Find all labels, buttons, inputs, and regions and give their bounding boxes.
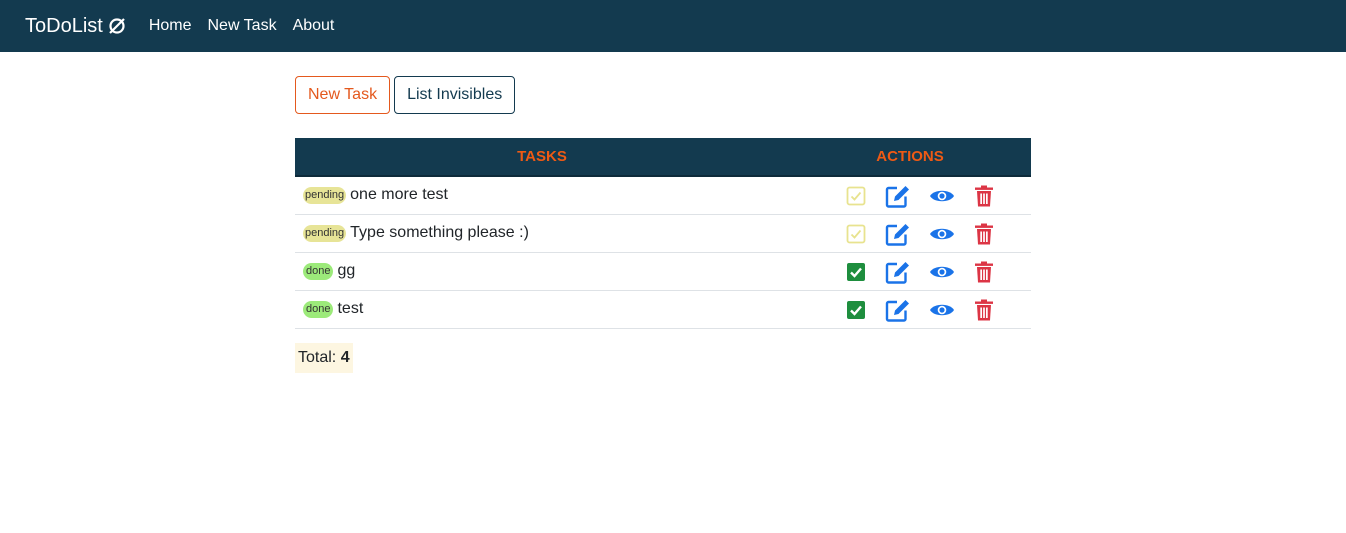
circle-slash-icon bbox=[109, 18, 125, 34]
edit-icon[interactable] bbox=[885, 297, 911, 323]
trash-icon[interactable] bbox=[971, 259, 997, 285]
trash-icon[interactable] bbox=[971, 297, 997, 323]
status-badge: done bbox=[303, 262, 334, 280]
table-row: pending one more test bbox=[295, 176, 1031, 215]
actions-cell bbox=[789, 290, 1031, 329]
main-content: New Task List Invisibles TASKS ACTIONS p… bbox=[295, 76, 1031, 373]
actions-cell bbox=[789, 214, 1031, 253]
toolbar: New Task List Invisibles bbox=[295, 76, 1031, 114]
header-actions: ACTIONS bbox=[789, 138, 1031, 177]
actions-cell bbox=[789, 252, 1031, 291]
task-text: one more test bbox=[350, 186, 448, 204]
task-cell: pending Type something please :) bbox=[295, 214, 789, 253]
nav-home[interactable]: Home bbox=[149, 17, 192, 35]
status-badge: pending bbox=[303, 224, 347, 242]
eye-icon[interactable] bbox=[929, 259, 955, 285]
edit-icon[interactable] bbox=[885, 183, 911, 209]
task-cell: done test bbox=[295, 290, 789, 329]
task-text: Type something please :) bbox=[350, 224, 529, 242]
edit-icon[interactable] bbox=[885, 221, 911, 247]
new-task-button[interactable]: New Task bbox=[295, 76, 391, 114]
trash-icon[interactable] bbox=[971, 221, 997, 247]
brand-text: ToDoList bbox=[25, 14, 103, 37]
edit-icon[interactable] bbox=[885, 259, 911, 285]
eye-icon[interactable] bbox=[929, 297, 955, 323]
table-header-row: TASKS ACTIONS bbox=[295, 138, 1031, 177]
status-badge: done bbox=[303, 300, 334, 318]
unchecked-square-icon[interactable] bbox=[843, 183, 869, 209]
tasks-body: pending one more test pending Type somethin… bbox=[295, 176, 1031, 329]
eye-icon[interactable] bbox=[929, 221, 955, 247]
checked-square-icon[interactable] bbox=[843, 297, 869, 323]
task-cell: pending one more test bbox=[295, 176, 789, 215]
nav-new-task[interactable]: New Task bbox=[208, 17, 277, 35]
table-row: pending Type something please :) bbox=[295, 214, 1031, 253]
header-tasks: TASKS bbox=[295, 138, 789, 177]
actions-cell bbox=[789, 176, 1031, 215]
table-row: done test bbox=[295, 290, 1031, 329]
total-value: 4 bbox=[340, 349, 350, 366]
nav-about[interactable]: About bbox=[293, 17, 335, 35]
checked-square-icon[interactable] bbox=[843, 259, 869, 285]
total-counter: Total: 4 bbox=[295, 343, 353, 373]
total-label: Total: bbox=[298, 349, 337, 366]
table-row: done gg bbox=[295, 252, 1031, 291]
brand-link[interactable]: ToDoList bbox=[25, 15, 127, 38]
task-cell: done gg bbox=[295, 252, 789, 291]
trash-icon[interactable] bbox=[971, 183, 997, 209]
tasks-table: TASKS ACTIONS pending one more test pendin… bbox=[295, 138, 1031, 329]
top-navbar: ToDoList Home New Task About bbox=[0, 0, 1346, 52]
task-text: test bbox=[337, 300, 364, 318]
task-text: gg bbox=[337, 262, 356, 280]
status-badge: pending bbox=[303, 186, 347, 204]
list-invisibles-button[interactable]: List Invisibles bbox=[394, 76, 516, 114]
eye-icon[interactable] bbox=[929, 183, 955, 209]
unchecked-square-icon[interactable] bbox=[843, 221, 869, 247]
